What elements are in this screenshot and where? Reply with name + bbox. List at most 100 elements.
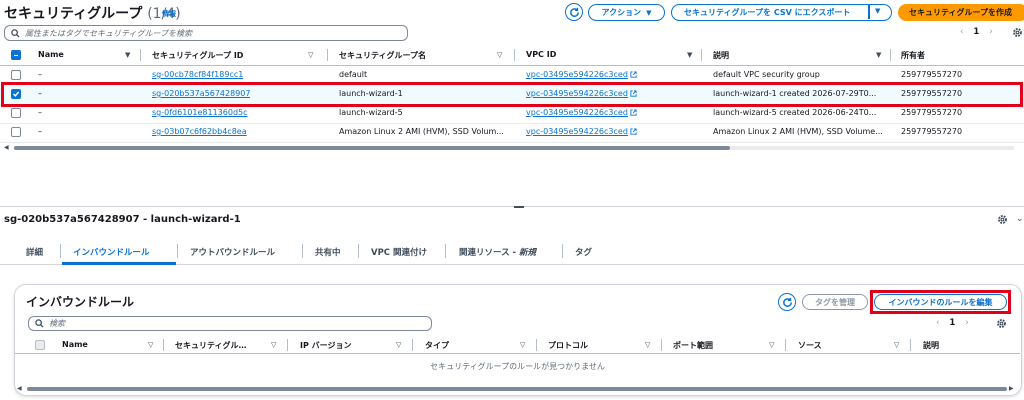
- column-name[interactable]: Name: [62, 340, 88, 349]
- column-security-group[interactable]: セキュリティグル…: [175, 340, 247, 351]
- column-port-range[interactable]: ポート範囲: [673, 340, 713, 351]
- column-protocol[interactable]: プロトコル: [548, 340, 588, 351]
- page-title-text: セキュリティグループ: [4, 6, 143, 22]
- search-icon: [35, 319, 44, 328]
- refresh-button[interactable]: [778, 293, 796, 311]
- table-row[interactable]: – sg-03b07c6f62bb4c8ea Amazon Linux 2 AM…: [0, 123, 1024, 143]
- table-header: Name ▼ セキュリティグループ ID ▽ セキュリティグループ名 ▽ VPC…: [0, 44, 1024, 66]
- refresh-button[interactable]: [565, 3, 583, 21]
- column-description[interactable]: 説明: [713, 50, 729, 61]
- chevron-left-icon[interactable]: ‹: [936, 318, 939, 328]
- sort-caret-icon[interactable]: ▽: [645, 341, 650, 349]
- sg-id-link[interactable]: sg-03b07c6f62bb4c8ea: [152, 127, 247, 136]
- actions-button[interactable]: アクション ▼: [588, 4, 665, 21]
- column-sg-name[interactable]: セキュリティグループ名: [339, 50, 426, 61]
- vpc-id-link[interactable]: vpc-03495e594226c3ced: [526, 127, 637, 136]
- column-divider[interactable]: [536, 339, 537, 351]
- sort-caret-icon[interactable]: ▽: [396, 341, 401, 349]
- scroll-left-icon[interactable]: ◀: [17, 385, 22, 392]
- resize-handle[interactable]: [514, 206, 524, 208]
- scroll-right-icon[interactable]: ▶: [1009, 385, 1014, 392]
- column-name[interactable]: Name: [38, 50, 64, 59]
- chevron-down-icon[interactable]: ⌄: [1016, 214, 1024, 224]
- tab-divider: [60, 244, 61, 258]
- tab-outbound-rules[interactable]: アウトバウンドルール: [190, 246, 275, 258]
- column-divider[interactable]: [701, 49, 702, 61]
- tab-vpc-associations[interactable]: VPC 関連付け: [371, 246, 427, 258]
- column-source[interactable]: ソース: [798, 340, 822, 351]
- sg-id-link[interactable]: sg-0fd6101e811360d5c: [152, 108, 248, 117]
- tab-divider: [445, 244, 446, 258]
- edit-button-highlight: [870, 290, 1011, 314]
- page-number[interactable]: 1: [949, 318, 955, 328]
- sg-name: Amazon Linux 2 AMI (HVM), SSD Volum...: [339, 127, 504, 136]
- sg-name: launch-wizard-5: [339, 108, 403, 117]
- row-checkbox[interactable]: [11, 108, 21, 118]
- tab-divider: [302, 244, 303, 258]
- column-divider[interactable]: [287, 339, 288, 351]
- search-input[interactable]: 属性またはタグでセキュリティグループを検索: [4, 25, 408, 41]
- row-checkbox[interactable]: [11, 127, 21, 137]
- manage-tags-button[interactable]: タグを管理: [802, 294, 868, 310]
- column-divider[interactable]: [412, 339, 413, 351]
- tab-inbound-rules[interactable]: インバウンドルール: [73, 246, 150, 258]
- empty-state-message: セキュリティグループのルールが見つかりません: [430, 362, 605, 371]
- security-groups-page: セキュリティグループ (1/4) 情報 アクション ▼ セキュリティグループを …: [0, 0, 1024, 400]
- page-number[interactable]: 1: [973, 27, 979, 37]
- sort-caret-icon[interactable]: ▽: [271, 341, 276, 349]
- settings-gear-icon[interactable]: [996, 318, 1007, 329]
- column-divider[interactable]: [514, 49, 515, 61]
- scrollbar-thumb[interactable]: [14, 146, 730, 150]
- row-checkbox[interactable]: [11, 70, 21, 80]
- chevron-right-icon[interactable]: ›: [989, 27, 992, 37]
- column-owner[interactable]: 所有者: [901, 50, 925, 61]
- chevron-right-icon[interactable]: ›: [965, 318, 968, 328]
- sort-caret-icon[interactable]: ▼: [125, 51, 130, 59]
- tab-related-resources[interactable]: 関連リソース - 新規: [459, 246, 536, 258]
- column-description[interactable]: 説明: [923, 340, 939, 351]
- column-type[interactable]: タイプ: [425, 340, 449, 351]
- column-divider[interactable]: [327, 49, 328, 61]
- table-row[interactable]: – sg-0fd6101e811360d5c launch-wizard-5 v…: [0, 104, 1024, 124]
- rules-search-input[interactable]: 検索: [28, 316, 432, 331]
- create-security-group-button[interactable]: セキュリティグループを作成: [898, 4, 1024, 21]
- column-divider[interactable]: [910, 339, 911, 351]
- sort-caret-icon[interactable]: ▽: [769, 341, 774, 349]
- select-all-checkbox[interactable]: [11, 50, 21, 60]
- column-vpc-id[interactable]: VPC ID: [526, 50, 556, 59]
- scroll-left-icon[interactable]: ◀: [4, 144, 9, 151]
- vpc-id-link[interactable]: vpc-03495e594226c3ced: [526, 108, 637, 117]
- row-name: –: [38, 127, 42, 136]
- tab-details[interactable]: 詳細: [26, 246, 43, 258]
- sort-caret-icon[interactable]: ▽: [308, 51, 313, 59]
- column-sg-id[interactable]: セキュリティグループ ID: [152, 50, 243, 61]
- column-divider[interactable]: [163, 339, 164, 351]
- column-divider[interactable]: [890, 49, 891, 61]
- column-ip-version[interactable]: IP バージョン: [300, 340, 351, 351]
- vpc-id-link[interactable]: vpc-03495e594226c3ced: [526, 70, 637, 79]
- minus-icon: [14, 54, 18, 56]
- column-divider[interactable]: [140, 49, 141, 61]
- info-link[interactable]: 情報: [162, 9, 176, 19]
- rules-search-placeholder: 検索: [49, 319, 65, 328]
- tab-tags[interactable]: タグ: [575, 246, 592, 258]
- export-csv-button[interactable]: セキュリティグループを CSV にエクスポート ▼: [671, 4, 892, 21]
- row-name: –: [38, 70, 42, 79]
- chevron-left-icon[interactable]: ‹: [960, 27, 963, 37]
- sort-caret-icon[interactable]: ▽: [148, 341, 153, 349]
- sort-caret-icon[interactable]: ▼: [876, 51, 881, 59]
- sort-caret-icon[interactable]: ▼: [687, 51, 692, 59]
- sort-caret-icon[interactable]: ▽: [894, 341, 899, 349]
- owner: 259779557270: [901, 70, 963, 79]
- sg-id-link[interactable]: sg-00cb78cf84f189cc1: [152, 70, 243, 79]
- tab-sharing[interactable]: 共有中: [315, 246, 341, 258]
- sort-caret-icon[interactable]: ▽: [520, 341, 525, 349]
- column-divider[interactable]: [661, 339, 662, 351]
- settings-gear-icon[interactable]: [997, 214, 1008, 225]
- detail-title: sg-020b537a567428907 - launch-wizard-1: [4, 214, 241, 225]
- column-divider[interactable]: [785, 339, 786, 351]
- scrollbar-thumb[interactable]: [27, 387, 1007, 391]
- rules-table-header: Name ▽ セキュリティグル… ▽ IP バージョン ▽ タイプ ▽ プロトコ…: [15, 336, 1020, 354]
- sort-caret-icon[interactable]: ▽: [497, 51, 502, 59]
- settings-gear-icon[interactable]: [1012, 27, 1023, 38]
